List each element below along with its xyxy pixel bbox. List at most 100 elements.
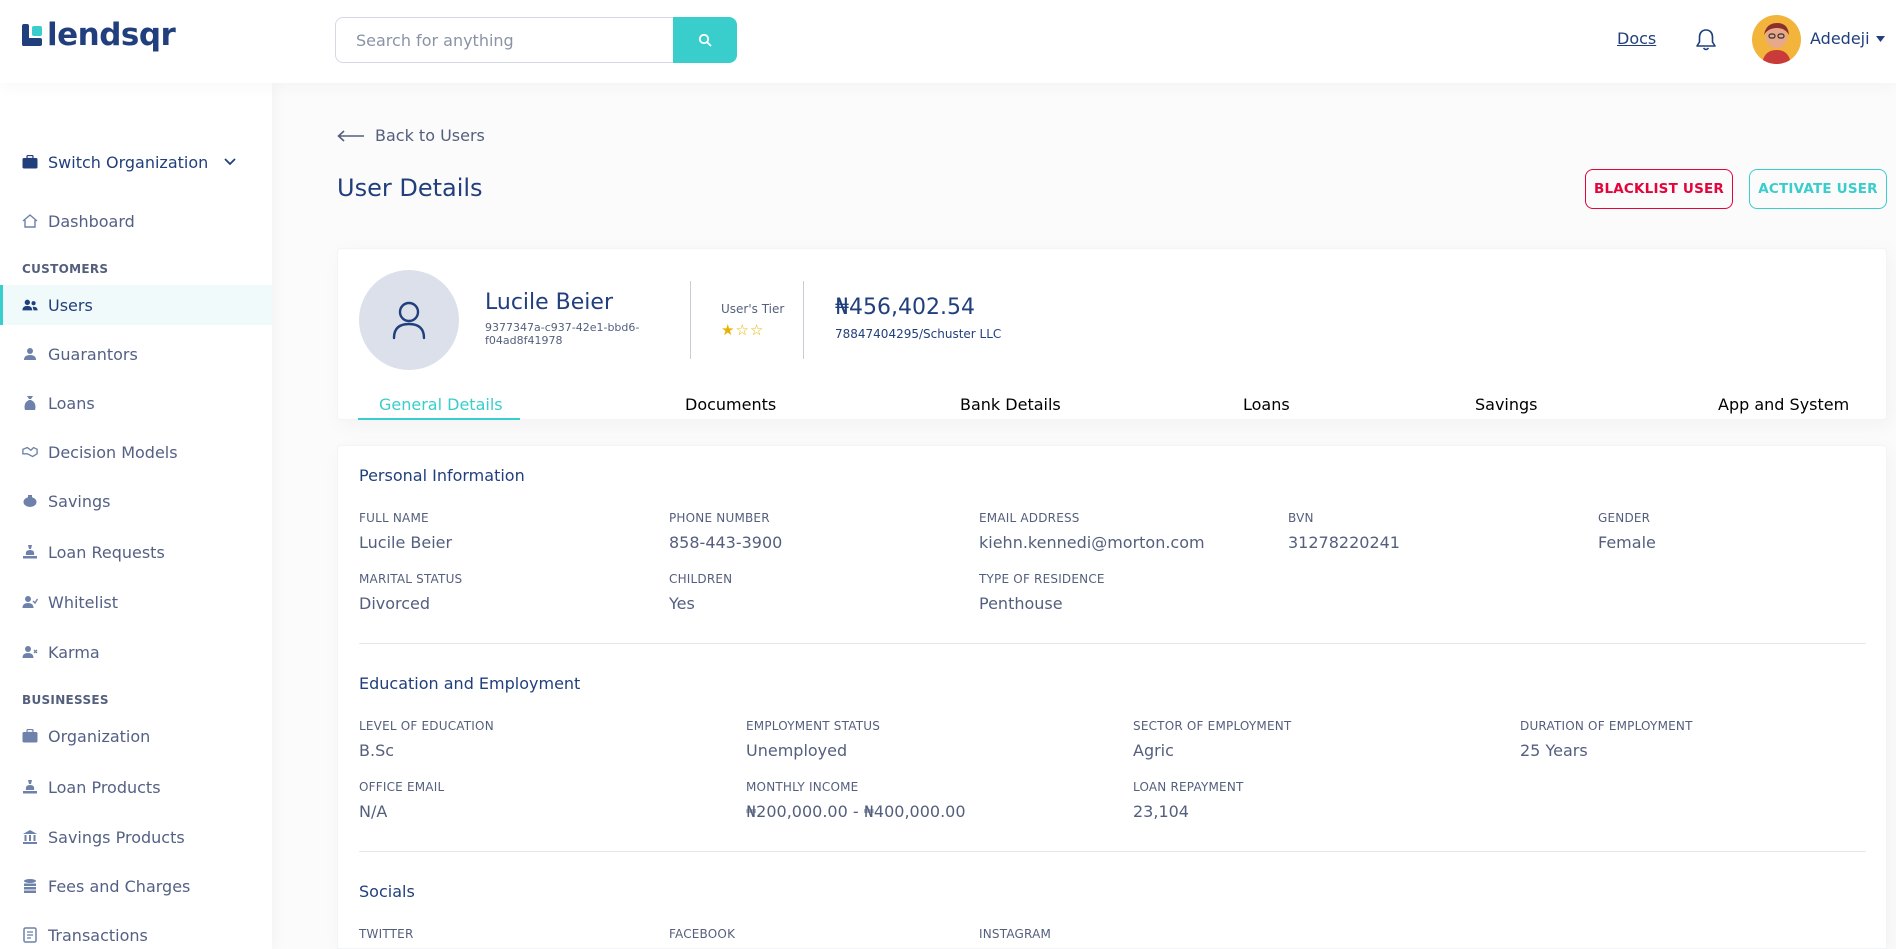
field-phone: 858-443-3900 [669,533,783,552]
sidebar-item-loans[interactable]: Loans [0,383,272,423]
activate-user-button[interactable]: ACTIVATE USER [1749,169,1887,209]
sidebar-item-label: Savings [48,491,111,511]
logo[interactable]: lendsqr [22,17,176,53]
star-empty-icon: ☆ [749,321,765,339]
field-full-name: Lucile Beier [359,533,453,552]
sidebar-item-guarantors[interactable]: Guarantors [0,334,272,374]
loan-request-icon [22,544,38,560]
loans-icon [22,395,38,411]
back-to-users-link[interactable]: Back to Users [337,126,485,145]
profile-name: Lucile Beier [485,290,613,315]
sidebar-item-whitelist[interactable]: Whitelist [0,582,272,622]
sidebar-item-savings[interactable]: Savings [0,481,272,521]
handshake-icon [22,444,38,460]
field-label: OFFICE EMAIL [359,780,445,794]
briefcase-icon [22,154,38,170]
sidebar-item-decision-models[interactable]: Decision Models [0,432,272,472]
search-icon [698,33,712,47]
field-label: MONTHLY INCOME [746,780,859,794]
tab-general-details[interactable]: General Details [379,395,503,414]
user-avatar[interactable] [1752,15,1801,64]
sidebar-item-fees-and-charges[interactable]: Fees and Charges [0,866,272,906]
sidebar-item-karma[interactable]: Karma [0,632,272,672]
tab-documents[interactable]: Documents [685,395,776,414]
field-marital-status: Divorced [359,594,431,613]
tab-savings[interactable]: Savings [1475,395,1538,414]
sidebar-item-label: Users [48,295,93,315]
logo-text: lendsqr [47,17,176,53]
user-menu[interactable]: Adedeji [1810,29,1885,48]
piggy-bank-icon [22,493,38,509]
top-bar: lendsqr Docs Adedeji [0,0,1896,83]
star-empty-icon: ☆ [735,321,750,339]
page-title: User Details [337,174,483,202]
field-monthly-income: ₦200,000.00 - ₦400,000.00 [746,802,966,821]
field-label: INSTAGRAM [979,927,1052,941]
profile-id: 9377347a-c937-42e1-bbd6-f04ad8f41978 [485,321,640,347]
account-balance: ₦456,402.54 [835,295,975,320]
section-label-businesses: BUSINESSES [22,693,109,707]
user-icon [392,301,426,340]
divider [803,281,804,359]
user-x-icon [22,644,38,660]
field-label: GENDER [1598,511,1651,525]
section-title-personal: Personal Information [359,466,525,485]
sidebar-item-loan-products[interactable]: Loan Products [0,767,272,807]
tab-app-and-system[interactable]: App and System [1718,395,1849,414]
field-gender: Female [1598,533,1656,552]
users-icon [22,297,38,313]
sidebar-item-label: Loans [48,393,95,413]
transactions-icon [22,927,38,943]
sidebar: Switch Organization Dashboard CUSTOMERS … [0,83,272,949]
field-email: kiehn.kennedi@morton.com [979,533,1205,552]
sidebar-item-label: Dashboard [48,211,135,231]
sidebar-item-label: Karma [48,642,100,662]
active-tab-indicator [358,418,520,420]
field-label: BVN [1288,511,1314,525]
sidebar-item-loan-requests[interactable]: Loan Requests [0,532,272,572]
tier-label: User's Tier [721,302,785,316]
sidebar-item-label: Fees and Charges [48,876,191,896]
tab-bank-details[interactable]: Bank Details [960,395,1061,414]
search-button[interactable] [673,17,737,63]
tab-loans[interactable]: Loans [1243,395,1290,414]
field-employment-duration: 25 Years [1520,741,1588,760]
docs-link[interactable]: Docs [1617,29,1656,48]
sidebar-item-dashboard[interactable]: Dashboard [0,201,272,241]
sidebar-item-label: Organization [48,726,151,746]
field-office-email: N/A [359,802,388,821]
section-title-socials: Socials [359,882,415,901]
field-residence: Penthouse [979,594,1063,613]
username-label: Adedeji [1810,29,1870,48]
field-label: CHILDREN [669,572,733,586]
field-label: LEVEL OF EDUCATION [359,719,494,733]
star-filled-icon: ★ [721,321,736,339]
general-details-card: Personal Information FULL NAME Lucile Be… [337,445,1887,949]
home-icon [22,213,38,229]
blacklist-user-button[interactable]: BLACKLIST USER [1585,169,1733,209]
field-label: TYPE OF RESIDENCE [979,572,1105,586]
field-bvn: 31278220241 [1288,533,1400,552]
switch-organization[interactable]: Switch Organization [0,142,272,182]
field-label: FACEBOOK [669,927,736,941]
user-check-icon [22,594,38,610]
sidebar-item-users[interactable]: Users [0,285,272,325]
field-employment-sector: Agric [1133,741,1174,760]
sidebar-item-label: Savings Products [48,827,185,847]
field-label: EMAIL ADDRESS [979,511,1080,525]
section-label-customers: CUSTOMERS [22,262,109,276]
sidebar-item-organization[interactable]: Organization [0,716,272,756]
field-label: LOAN REPAYMENT [1133,780,1244,794]
field-label: EMPLOYMENT STATUS [746,719,881,733]
bell-icon[interactable] [1693,27,1719,53]
search-bar [335,17,737,63]
section-divider [359,643,1866,644]
sidebar-item-label: Loan Requests [48,542,165,562]
sidebar-item-savings-products[interactable]: Savings Products [0,817,272,857]
sidebar-item-label: Loan Products [48,777,161,797]
field-label: PHONE NUMBER [669,511,770,525]
search-input[interactable] [335,17,673,63]
sidebar-item-transactions[interactable]: Transactions [0,915,272,949]
bank-account: 78847404295/Schuster LLC [835,327,1002,341]
back-label: Back to Users [375,126,485,145]
